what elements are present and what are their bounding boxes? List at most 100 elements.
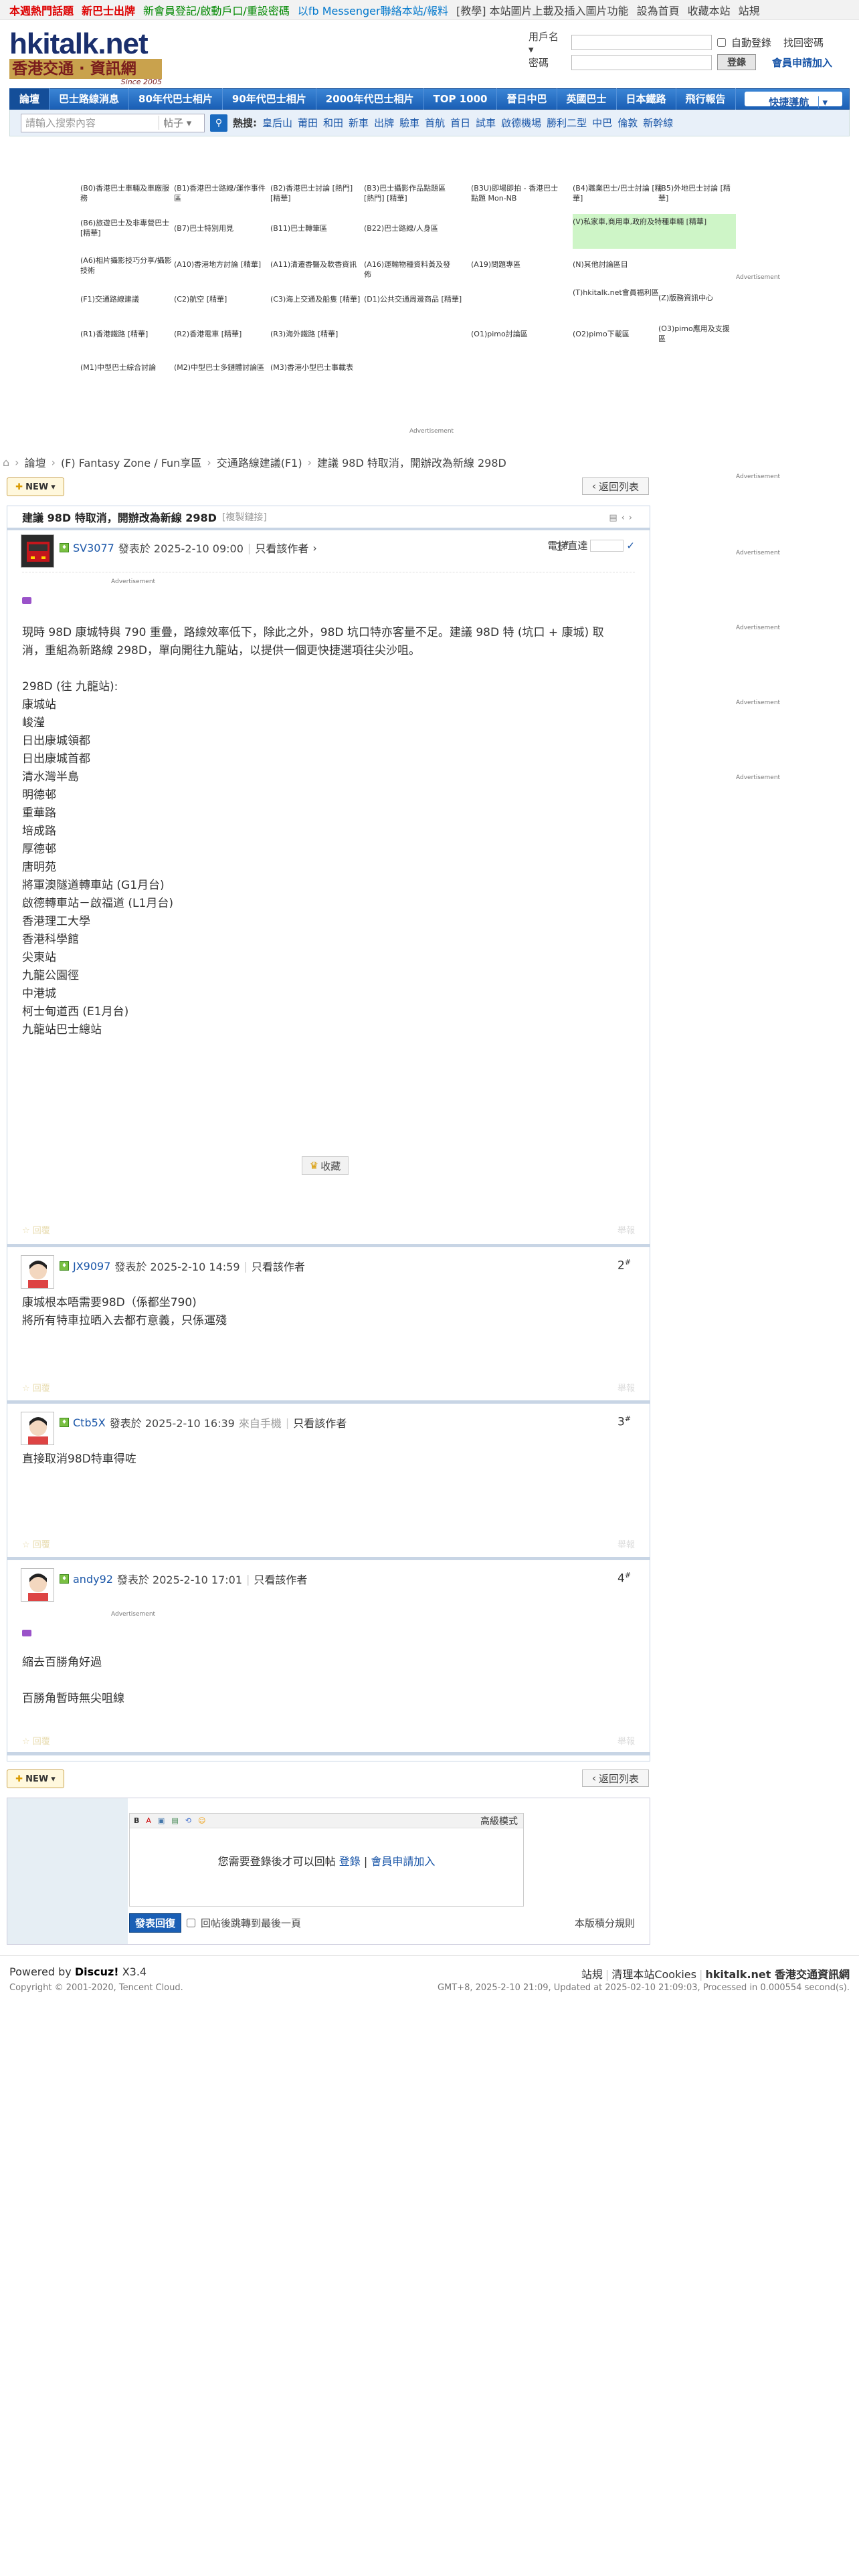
- search-scope-select[interactable]: 帖子 ▾: [159, 116, 204, 130]
- forgot-password-link[interactable]: 找回密碼: [783, 35, 824, 49]
- forum-link[interactable]: (C3)海上交通及船隻 [精華]: [270, 294, 364, 304]
- reply-button[interactable]: ☆ 回覆: [22, 1734, 50, 1747]
- forum-link[interactable]: (B4)職業巴士/巴士討論 [精華]: [573, 183, 666, 203]
- clear-cookies-link[interactable]: 清理本站Cookies: [611, 1968, 696, 1981]
- hot-keyword[interactable]: 莆田: [298, 116, 318, 130]
- favorite-button[interactable]: ♛ 收藏: [302, 1156, 349, 1175]
- attachment-icon[interactable]: ▤: [171, 1816, 178, 1825]
- register-button[interactable]: 會員申請加入: [772, 56, 832, 70]
- only-author-link[interactable]: 只看該作者: [255, 540, 308, 556]
- reply-button[interactable]: ☆ 回覆: [22, 1537, 50, 1551]
- forum-link[interactable]: (O3)pimo應用及支援區: [658, 324, 736, 344]
- set-homepage-link[interactable]: 設為首頁: [637, 2, 680, 18]
- forum-link[interactable]: (A10)香港地方討論 [精華]: [174, 259, 268, 270]
- register-link[interactable]: 會員申請加入: [371, 1855, 435, 1868]
- go-icon[interactable]: ✓: [626, 540, 635, 552]
- nav-item-90s[interactable]: 90年代巴士相片: [223, 88, 316, 110]
- credit-rules-link[interactable]: 本版積分規則: [575, 1916, 635, 1930]
- forum-link[interactable]: (B6)旅遊巴士及非專營巴士 [精華]: [80, 218, 174, 238]
- forum-link[interactable]: (C2)航空 [精華]: [174, 294, 268, 304]
- floor-number[interactable]: 4#: [617, 1571, 631, 1586]
- breadcrumb-forum[interactable]: 論壇: [25, 454, 46, 470]
- post-author[interactable]: Ctb5X: [73, 1416, 106, 1429]
- forum-link[interactable]: (T)hkitalk.net會員福利區: [573, 288, 660, 298]
- floor-number[interactable]: 3#: [617, 1414, 631, 1429]
- nav-item-bus-news[interactable]: 巴士路線消息: [50, 88, 130, 110]
- password-input[interactable]: [571, 54, 712, 70]
- avatar[interactable]: [21, 1568, 54, 1602]
- discuz-link[interactable]: Discuz!: [75, 1965, 119, 1978]
- hot-keyword[interactable]: 皇后山: [262, 116, 292, 130]
- hot-keyword[interactable]: 倫敦: [617, 116, 638, 130]
- hot-keyword[interactable]: 試車: [476, 116, 496, 130]
- quick-nav-button[interactable]: 快捷導航 ▾: [745, 92, 842, 108]
- register-link[interactable]: 新會員登記/啟動戶口/重設密碼: [143, 2, 290, 18]
- new-bus-link[interactable]: 新巴士出牌: [82, 2, 135, 18]
- report-button[interactable]: 舉報: [617, 1223, 635, 1237]
- forum-link[interactable]: (M2)中型巴士多鏈體討論區: [174, 362, 268, 372]
- back-to-list-button[interactable]: ‹ 返回列表: [582, 1769, 649, 1787]
- post-author[interactable]: SV3077: [73, 542, 114, 554]
- only-author-link[interactable]: 只看該作者: [254, 1571, 307, 1587]
- forum-link[interactable]: (A6)相片攝影技巧分享/攝影技術: [80, 255, 174, 276]
- forum-link[interactable]: (A19)問題專區: [471, 259, 565, 270]
- tutorial-link[interactable]: [教學] 本站圖片上載及插入圖片功能: [456, 2, 629, 18]
- breadcrumb-f1[interactable]: 交通路線建議(F1): [217, 454, 302, 470]
- forum-link-highlighted[interactable]: (V)私家車,商用車,政府及特種車輛 [精華]: [573, 214, 736, 249]
- forum-link[interactable]: (B11)巴士轉筆區: [270, 223, 364, 233]
- forum-link[interactable]: (M3)香港小型巴士事載表: [270, 362, 364, 372]
- font-color-icon[interactable]: A: [146, 1816, 151, 1825]
- forum-link[interactable]: (F1)交通路線建議: [80, 294, 174, 304]
- back-to-list-button[interactable]: ‹ 返回列表: [582, 477, 649, 495]
- auto-login-checkbox[interactable]: [717, 37, 726, 47]
- site-logo[interactable]: hkitalk.net 香港交通 · 資訊網 Since 2005: [9, 29, 162, 86]
- nav-item-top1000[interactable]: TOP 1000: [424, 88, 498, 110]
- fb-contact-link[interactable]: 以fb Messenger聯絡本站/報料: [298, 2, 448, 18]
- copy-link-button[interactable]: [複製鏈接]: [222, 510, 267, 524]
- forum-link[interactable]: (A11)清遷香醫及軟香資訊: [270, 259, 364, 270]
- reply-button[interactable]: ☆ 回覆: [22, 1381, 50, 1394]
- report-button[interactable]: 舉報: [617, 1537, 635, 1551]
- forum-link[interactable]: (D1)公共交通周邊商品 [精華]: [364, 294, 498, 304]
- post-author[interactable]: andy92: [73, 1573, 113, 1586]
- new-thread-button[interactable]: ✚ NEW ▾: [7, 1769, 64, 1788]
- chevron-right-icon[interactable]: ›: [312, 542, 316, 554]
- forum-link[interactable]: (Z)版務資訊中心: [658, 293, 736, 303]
- bookmark-link[interactable]: 收藏本站: [688, 2, 731, 18]
- forum-link[interactable]: (R3)海外鐵路 [精華]: [270, 329, 364, 339]
- only-author-link[interactable]: 只看該作者: [293, 1414, 347, 1430]
- forum-link[interactable]: (M1)中型巴士綜合討論: [80, 362, 174, 372]
- avatar[interactable]: [21, 534, 54, 568]
- nav-item-uk-bus[interactable]: 英國巴士: [557, 88, 617, 110]
- forum-link[interactable]: (O2)pimo下載區: [573, 329, 666, 339]
- footer-rules-link[interactable]: 站規: [581, 1968, 603, 1981]
- hot-keyword[interactable]: 出牌: [374, 116, 394, 130]
- jump-last-page-checkbox[interactable]: [187, 1918, 196, 1927]
- floor-number[interactable]: 2#: [617, 1258, 631, 1273]
- hot-keyword[interactable]: 中巴: [592, 116, 612, 130]
- submit-reply-button[interactable]: 發表回復: [129, 1913, 182, 1933]
- forum-link[interactable]: (B5)外地巴士討論 [精華]: [658, 183, 736, 203]
- nav-item-cmb[interactable]: 晉日中巴: [497, 88, 557, 110]
- hot-keyword[interactable]: 首日: [450, 116, 470, 130]
- search-input[interactable]: 請輸入搜索內容: [21, 116, 159, 130]
- forum-link[interactable]: (B22)巴士路線/人身區: [364, 223, 458, 233]
- hot-keyword[interactable]: 勝利二型: [547, 116, 587, 130]
- forum-link[interactable]: (R1)香港鐵路 [精華]: [80, 329, 174, 339]
- home-icon[interactable]: ⌂: [3, 456, 9, 469]
- login-link[interactable]: 登錄: [339, 1855, 361, 1868]
- login-button[interactable]: 登錄: [717, 54, 756, 70]
- only-author-link[interactable]: 只看該作者: [252, 1258, 305, 1274]
- avatar[interactable]: [21, 1412, 54, 1445]
- post-author[interactable]: JX9097: [73, 1260, 110, 1273]
- nav-item-japan-rail[interactable]: 日本鐵路: [617, 88, 676, 110]
- hot-keyword[interactable]: 首航: [425, 116, 445, 130]
- report-button[interactable]: 舉報: [617, 1381, 635, 1394]
- forum-link[interactable]: (B1)香港巴士路線/運作事件區: [174, 183, 268, 203]
- breadcrumb-fantasy[interactable]: (F) Fantasy Zone / Fun享區: [61, 454, 201, 470]
- report-button[interactable]: 舉報: [617, 1734, 635, 1747]
- hot-keyword[interactable]: 新幹線: [643, 116, 673, 130]
- avatar[interactable]: [21, 1255, 54, 1289]
- hot-keyword[interactable]: 啟德機場: [501, 116, 541, 130]
- hot-topics-link[interactable]: 本週熱門話題: [9, 2, 74, 18]
